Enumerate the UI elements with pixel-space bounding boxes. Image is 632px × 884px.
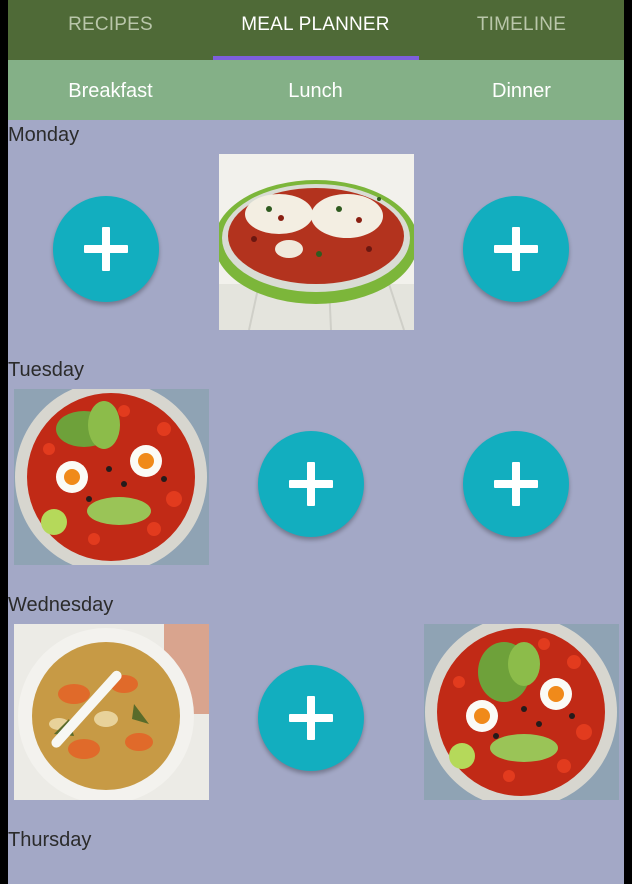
meal-header-lunch: Lunch [288, 80, 343, 102]
fish-stew-photo[interactable] [219, 154, 414, 330]
add-breakfast-monday-button[interactable] [53, 196, 159, 302]
add-dinner-tuesday-button[interactable] [463, 431, 569, 537]
add-icon [494, 227, 538, 271]
meal-header-bar: Breakfast Lunch Dinner [8, 60, 624, 120]
top-tab-bar: RECIPES MEAL PLANNER TIMELINE [8, 0, 624, 60]
meal-planner-screen: RECIPES MEAL PLANNER TIMELINE Breakfast … [8, 0, 624, 884]
day-label-thursday: Thursday [8, 829, 92, 851]
tab-timeline[interactable]: TIMELINE [419, 0, 624, 60]
add-icon [494, 462, 538, 506]
meal-header-breakfast: Breakfast [68, 80, 153, 102]
shakshuka-photo[interactable] [14, 389, 209, 565]
tab-meal-planner[interactable]: MEAL PLANNER [213, 0, 418, 60]
tab-recipes[interactable]: RECIPES [8, 0, 213, 60]
add-dinner-monday-button[interactable] [463, 196, 569, 302]
casserole-photo[interactable] [14, 624, 209, 800]
day-label-tuesday: Tuesday [8, 359, 84, 381]
add-icon [289, 462, 333, 506]
day-label-wednesday: Wednesday [8, 594, 114, 616]
add-lunch-wednesday-button[interactable] [258, 665, 364, 771]
day-label-monday: Monday [8, 124, 80, 146]
add-icon [289, 696, 333, 740]
add-lunch-tuesday-button[interactable] [258, 431, 364, 537]
shakshuka-photo[interactable] [424, 624, 619, 800]
meal-header-dinner: Dinner [492, 80, 551, 102]
add-icon [84, 227, 128, 271]
